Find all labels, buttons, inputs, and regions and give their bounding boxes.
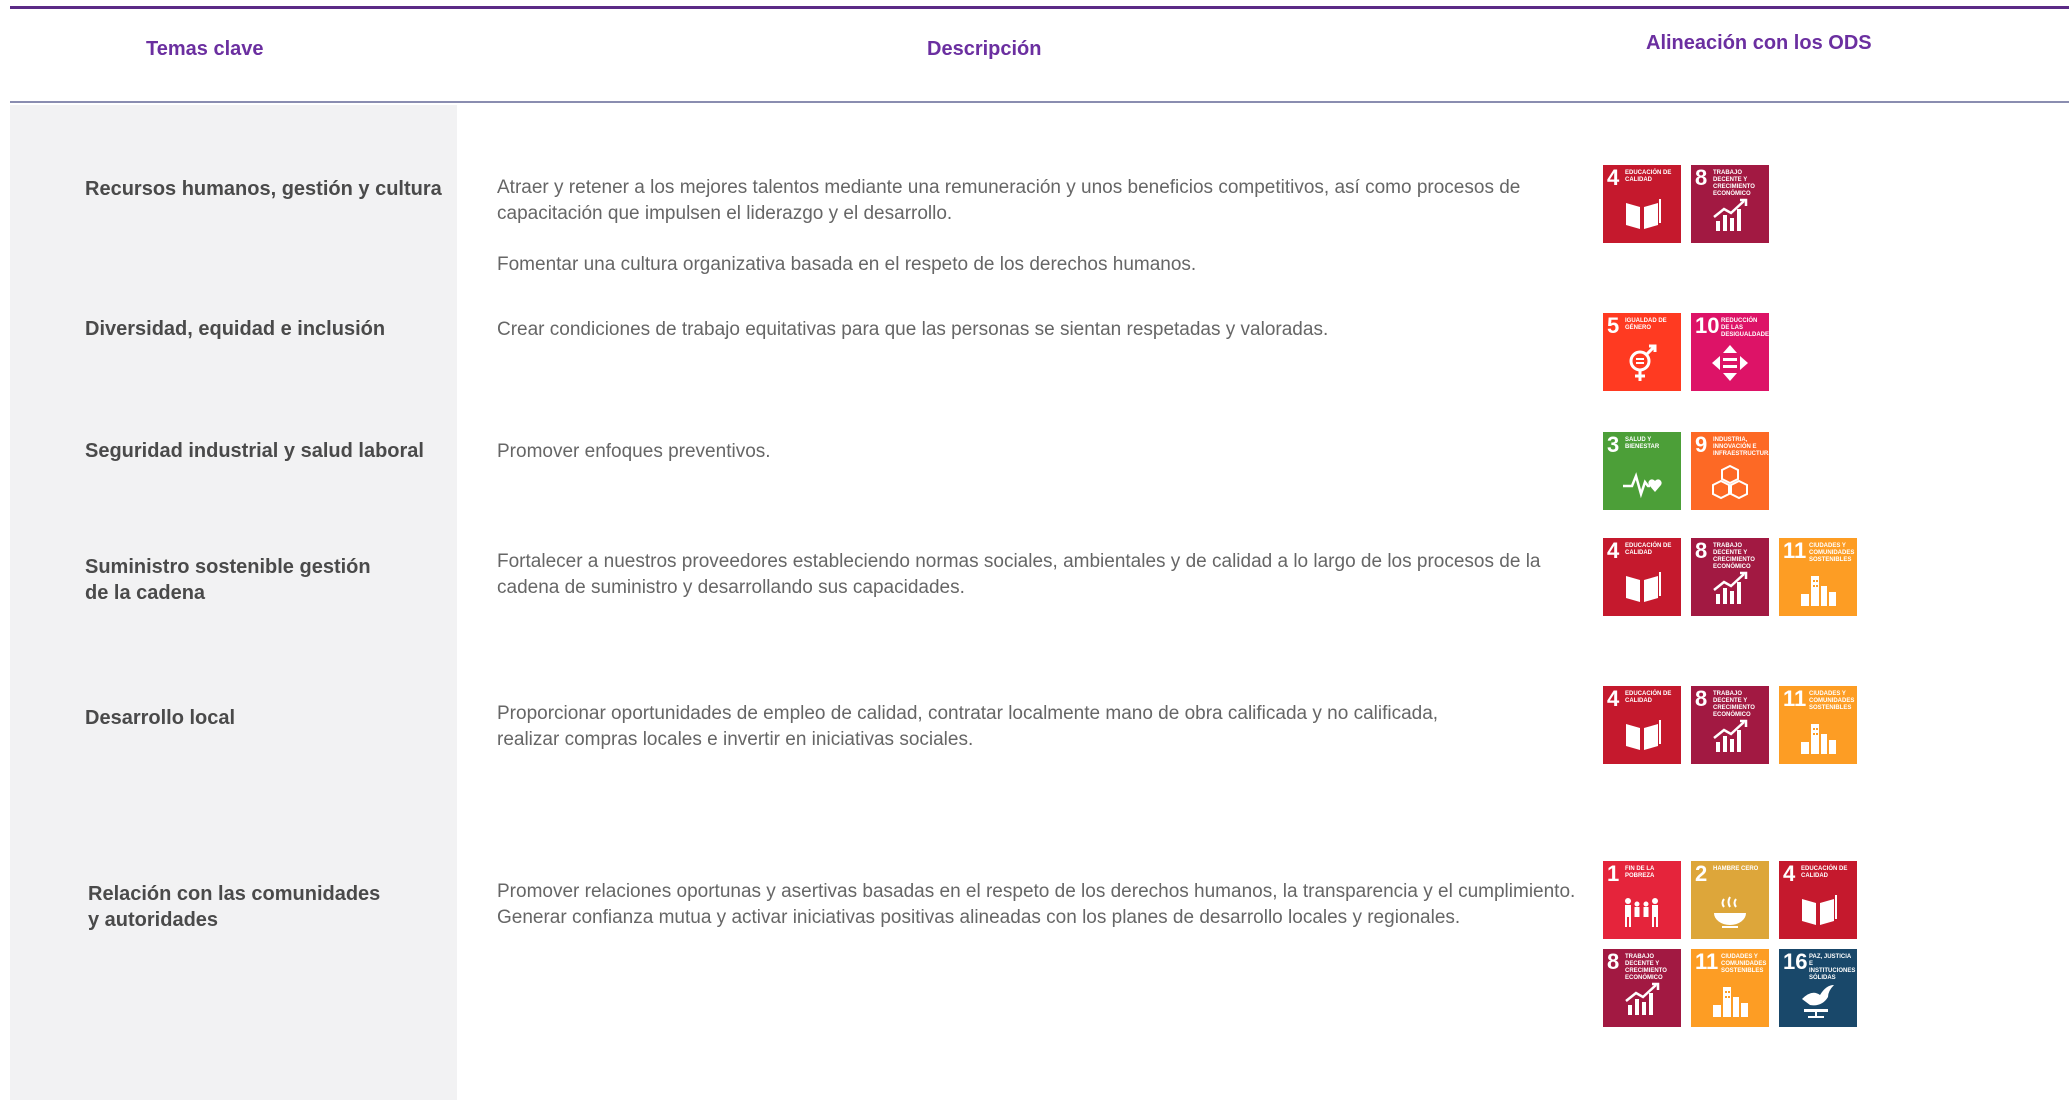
sdg-tile-11: 11 Ciudades y comunidades sostenibles	[1779, 686, 1857, 764]
sdg-tile-4: 4 Educación de calidad	[1603, 165, 1681, 243]
city-icon	[1801, 724, 1836, 754]
heartbeat-icon	[1623, 472, 1662, 499]
sdg-number: 4	[1607, 538, 1620, 563]
bowl-icon	[1714, 896, 1746, 928]
sdg-tile-4: 4 Educación de calidad	[1603, 538, 1681, 616]
sdg-tile-9: 9 Industria, innovación e infraestructura	[1691, 432, 1769, 510]
sdg-number: 8	[1695, 686, 1708, 711]
sdg-tile-4: 4 Educación de calidad	[1603, 686, 1681, 764]
tema-suministro-line2: de la cadena	[85, 582, 206, 604]
gender-icon	[1629, 344, 1657, 381]
sdg-tile-11: 11 Ciudades y comunidades sostenibles	[1691, 949, 1769, 1027]
header-divider	[10, 101, 2069, 103]
sdg-number: 4	[1607, 686, 1620, 711]
sdg-label: Educación de calidad	[1625, 691, 1672, 704]
sdg-label: Ciudades y comunidades sostenibles	[1809, 543, 1855, 563]
header-alineacion-ods: Alineación con los ODS	[1646, 32, 1872, 54]
equal-arrows-icon	[1712, 345, 1748, 381]
sdg-number: 8	[1695, 165, 1708, 190]
sdg-number: 8	[1695, 538, 1708, 563]
sdg-tile-8: 8 Trabajo decente y crecimiento económico	[1603, 949, 1681, 1027]
sdg-label: Trabajo decente y crecimiento económico	[1625, 954, 1667, 981]
book-icon	[1626, 720, 1661, 750]
tema-relacion-comunidades-line1: Relación con las comunidades	[88, 883, 381, 905]
sdg-tile-2: 2 Hambre cero	[1691, 861, 1769, 939]
sdg-number: 8	[1607, 949, 1620, 974]
sdg-label: Salud y bienestar	[1625, 437, 1660, 450]
sdg-number: 5	[1607, 313, 1620, 338]
sdg-label: Reducción de las desigualdades	[1721, 318, 1769, 338]
sdg-number: 1	[1607, 861, 1620, 886]
growth-chart-icon	[1625, 982, 1660, 1015]
desc-seguridad-industrial: Promover enfoques preventivos.	[497, 441, 771, 462]
sdg-number: 10	[1695, 313, 1720, 338]
sdg-label: Educación de calidad	[1801, 866, 1848, 879]
sdg-tile-8: 8 Trabajo decente y crecimiento económico	[1691, 686, 1769, 764]
sdg-number: 2	[1695, 861, 1708, 886]
growth-chart-icon	[1713, 719, 1748, 752]
sdg-number: 9	[1695, 432, 1708, 457]
growth-chart-icon	[1713, 571, 1748, 604]
sdg-label: Igualdad de género	[1625, 318, 1667, 331]
city-icon	[1713, 987, 1748, 1017]
desc-suministro-line2: cadena de suministro y desarrollando sus…	[497, 577, 965, 598]
sdg-number: 11	[1783, 538, 1807, 563]
desc-desarrollo-local-line2: realizar compras locales e invertir en i…	[497, 729, 974, 750]
tema-suministro-line1: Suministro sostenible gestión	[85, 556, 371, 578]
tema-seguridad-industrial: Seguridad industrial y salud laboral	[85, 440, 424, 462]
desc-recursos-humanos-line1: Atraer y retener a los mejores talentos …	[497, 177, 1521, 198]
dove-icon	[1802, 985, 1834, 1018]
sdg-label: Ciudades y comunidades sostenibles	[1809, 691, 1855, 711]
sdg-label: Paz, justicia e instituciones sólidas	[1809, 954, 1856, 981]
sdg-label: Ciudades y comunidades sostenibles	[1721, 954, 1767, 974]
book-icon	[1626, 199, 1661, 229]
sdg-tile-4: 4 Educación de calidad	[1779, 861, 1857, 939]
sdg-tile-16: 16 Paz, justicia e instituciones sólidas	[1779, 949, 1857, 1027]
sdg-label: Trabajo decente y crecimiento económico	[1713, 543, 1755, 570]
sdg-number: 4	[1783, 861, 1796, 886]
desc-desarrollo-local-line1: Proporcionar oportunidades de empleo de …	[497, 703, 1439, 724]
desc-recursos-humanos-line3: Fomentar una cultura organizativa basada…	[497, 254, 1197, 275]
tema-recursos-humanos: Recursos humanos, gestión y cultura	[85, 178, 442, 200]
sdg-tile-11: 11 Ciudades y comunidades sostenibles	[1779, 538, 1857, 616]
book-icon	[1802, 895, 1837, 925]
top-rule	[10, 6, 2069, 9]
sdg-tile-8: 8 Trabajo decente y crecimiento económico	[1691, 165, 1769, 243]
sdg-tile-1: 1 Fin de la pobreza	[1603, 861, 1681, 939]
family-icon	[1625, 898, 1658, 927]
desc-relacion-comunidades-line1: Promover relaciones oportunas y asertiva…	[497, 881, 1576, 902]
sdg-label: Trabajo decente y crecimiento económico	[1713, 170, 1755, 197]
growth-chart-icon	[1713, 198, 1748, 231]
book-icon	[1626, 572, 1661, 602]
desc-suministro-line1: Fortalecer a nuestros proveedores establ…	[497, 551, 1541, 572]
sdg-number: 16	[1783, 949, 1808, 974]
sdg-label: Industria, innovación e infraestructura	[1713, 437, 1769, 457]
tema-desarrollo-local: Desarrollo local	[85, 707, 236, 729]
sdg-tile-5: 5 Igualdad de género	[1603, 313, 1681, 391]
topics-column-background	[10, 105, 457, 1100]
tema-diversidad: Diversidad, equidad e inclusión	[85, 318, 386, 340]
sdg-label: Hambre cero	[1713, 866, 1759, 872]
sdg-number: 11	[1695, 949, 1719, 974]
sdg-tile-3: 3 Salud y bienestar	[1603, 432, 1681, 510]
sdg-number: 4	[1607, 165, 1620, 190]
sdg-number: 3	[1607, 432, 1620, 457]
tema-relacion-comunidades-line2: y autoridades	[88, 909, 219, 931]
sdg-label: Educación de calidad	[1625, 170, 1672, 183]
header-temas-clave: Temas clave	[146, 38, 264, 60]
sdg-number: 11	[1783, 686, 1807, 711]
sdg-label: Fin de la pobreza	[1625, 866, 1655, 879]
sdg-tile-8: 8 Trabajo decente y crecimiento económico	[1691, 538, 1769, 616]
city-icon	[1801, 576, 1836, 606]
header-descripcion: Descripción	[927, 38, 1042, 60]
sdg-label: Trabajo decente y crecimiento económico	[1713, 691, 1755, 718]
desc-relacion-comunidades-line2: Generar confianza mutua y activar inicia…	[497, 907, 1461, 928]
desc-recursos-humanos-line2: capacitación que impulsen el liderazgo y…	[497, 203, 953, 224]
sdg-label: Educación de calidad	[1625, 543, 1672, 556]
desc-diversidad: Crear condiciones de trabajo equitativas…	[497, 319, 1329, 340]
sdg-tile-10: 10 Reducción de las desigualdades	[1691, 313, 1769, 391]
cubes-icon	[1712, 464, 1748, 500]
